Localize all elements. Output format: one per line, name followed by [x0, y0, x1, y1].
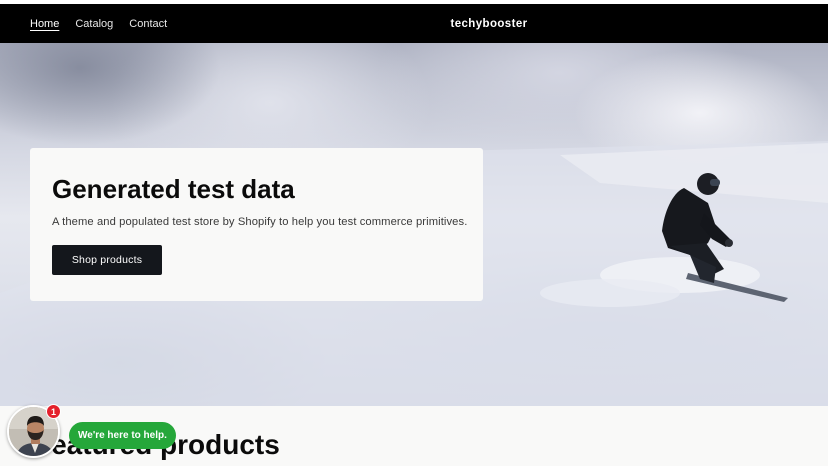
store-brand[interactable]: techybooster	[0, 4, 828, 43]
hero-title: Generated test data	[52, 174, 295, 204]
shop-products-button[interactable]: Shop products	[52, 245, 162, 275]
notification-badge: 1	[46, 404, 61, 419]
hero-subtitle: A theme and populated test store by Shop…	[52, 216, 468, 228]
hero-card: Generated test data A theme and populate…	[30, 148, 483, 301]
hero-banner: Generated test data A theme and populate…	[0, 43, 828, 406]
chat-message-bubble[interactable]: We're here to help.	[69, 422, 176, 449]
chat-launcher[interactable]: 1	[7, 404, 61, 458]
site-header: Home Catalog Contact techybooster	[0, 4, 828, 43]
